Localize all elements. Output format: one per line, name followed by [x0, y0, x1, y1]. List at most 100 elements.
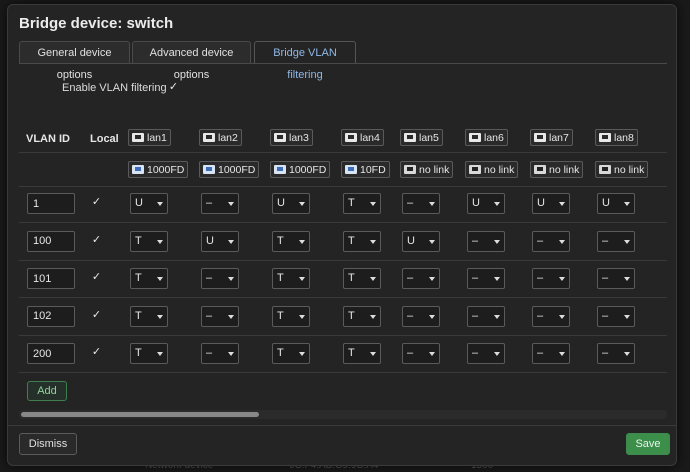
- port-membership-select[interactable]: –: [597, 230, 635, 252]
- dialog-title: Bridge device: switch: [19, 15, 174, 32]
- port-membership-select[interactable]: T: [130, 343, 168, 364]
- port-membership-select[interactable]: T: [343, 268, 381, 289]
- ethernet-port-icon: [274, 133, 286, 142]
- tab-bridge-vlan-filtering[interactable]: Bridge VLAN filtering: [254, 41, 356, 81]
- chevron-down-icon: [299, 239, 305, 244]
- vlan-id-input[interactable]: [27, 230, 75, 252]
- port-membership-select[interactable]: T: [272, 305, 310, 327]
- horizontal-scrollbar[interactable]: [19, 410, 667, 419]
- select-value: U: [537, 197, 545, 209]
- dismiss-button[interactable]: Dismiss: [19, 433, 77, 455]
- chevron-down-icon: [559, 314, 565, 319]
- port-membership-select[interactable]: T: [272, 268, 310, 289]
- ethernet-port-icon: [469, 133, 481, 142]
- port-membership-select[interactable]: –: [467, 305, 505, 327]
- select-value: –: [407, 197, 414, 209]
- port-membership-select[interactable]: –: [201, 305, 239, 327]
- port-membership-select[interactable]: –: [201, 343, 239, 364]
- local-checkbox[interactable]: ✓: [91, 309, 102, 321]
- chevron-down-icon: [228, 239, 234, 244]
- chevron-down-icon: [370, 239, 376, 244]
- port-membership-select[interactable]: T: [130, 305, 168, 327]
- ethernet-port-icon: [132, 133, 144, 142]
- port-membership-select[interactable]: U: [272, 193, 310, 214]
- port-membership-select[interactable]: –: [402, 268, 440, 289]
- chevron-down-icon: [429, 352, 435, 356]
- port-membership-select[interactable]: U: [201, 230, 239, 252]
- port-membership-select[interactable]: U: [402, 230, 440, 252]
- select-value: –: [537, 347, 544, 359]
- port-membership-select[interactable]: T: [343, 193, 381, 214]
- port-membership-select[interactable]: –: [201, 193, 239, 214]
- select-value: U: [602, 197, 610, 209]
- vlan-id-input[interactable]: [27, 343, 75, 364]
- ethernet-port-icon: [534, 133, 546, 142]
- port-status-text: no link: [614, 164, 645, 176]
- chevron-down-icon: [299, 314, 305, 319]
- select-value: U: [135, 197, 143, 209]
- select-value: T: [277, 234, 284, 247]
- port-membership-select[interactable]: T: [130, 230, 168, 252]
- port-membership-select[interactable]: T: [343, 305, 381, 327]
- local-checkbox[interactable]: ✓: [91, 234, 102, 246]
- chevron-down-icon: [299, 202, 305, 206]
- tab-general-device-options[interactable]: General device options: [19, 41, 130, 81]
- port-membership-select[interactable]: T: [130, 268, 168, 289]
- vlan-id-input[interactable]: [27, 268, 75, 289]
- add-vlan-button[interactable]: Add: [27, 381, 67, 401]
- tab-advanced-device-options[interactable]: Advanced device options: [132, 41, 251, 81]
- port-membership-select[interactable]: –: [597, 268, 635, 289]
- save-button[interactable]: Save: [626, 433, 670, 455]
- port-membership-select[interactable]: T: [343, 230, 381, 252]
- chevron-down-icon: [157, 239, 163, 244]
- port-membership-select[interactable]: T: [272, 230, 310, 252]
- vlan-id-input[interactable]: [27, 305, 75, 327]
- local-checkbox[interactable]: ✓: [91, 197, 102, 208]
- select-value: –: [537, 309, 544, 322]
- chevron-down-icon: [624, 239, 630, 244]
- port-membership-select[interactable]: –: [467, 343, 505, 364]
- port-membership-select[interactable]: –: [532, 268, 570, 289]
- chevron-down-icon: [228, 314, 234, 319]
- header-divider: [19, 186, 667, 187]
- select-value: –: [472, 272, 479, 284]
- local-checkbox[interactable]: ✓: [91, 347, 102, 358]
- port-membership-select[interactable]: –: [402, 193, 440, 214]
- chevron-down-icon: [494, 352, 500, 356]
- link-up-icon: [132, 165, 144, 174]
- ethernet-port-icon: [404, 133, 416, 142]
- select-value: T: [348, 347, 355, 359]
- select-value: –: [602, 309, 609, 322]
- port-membership-select[interactable]: T: [272, 343, 310, 364]
- local-checkbox[interactable]: ✓: [91, 272, 102, 283]
- port-membership-select[interactable]: –: [201, 268, 239, 289]
- chevron-down-icon: [299, 277, 305, 281]
- port-membership-select[interactable]: U: [597, 193, 635, 214]
- select-value: –: [407, 272, 414, 284]
- select-value: –: [206, 272, 213, 284]
- port-membership-select[interactable]: U: [532, 193, 570, 214]
- vlan-id-input[interactable]: [27, 193, 75, 214]
- vlan-filtering-checkbox[interactable]: ✓: [168, 82, 179, 93]
- port-membership-select[interactable]: U: [467, 193, 505, 214]
- port-membership-select[interactable]: –: [597, 305, 635, 327]
- port-membership-select[interactable]: –: [597, 343, 635, 364]
- select-value: –: [407, 347, 414, 359]
- port-membership-select[interactable]: –: [467, 230, 505, 252]
- chevron-down-icon: [624, 277, 630, 281]
- scrollbar-thumb[interactable]: [21, 412, 259, 417]
- port-membership-select[interactable]: –: [532, 343, 570, 364]
- port-membership-select[interactable]: –: [467, 268, 505, 289]
- port-membership-select[interactable]: –: [532, 230, 570, 252]
- port-membership-select[interactable]: –: [532, 305, 570, 327]
- chevron-down-icon: [624, 314, 630, 319]
- port-membership-select[interactable]: T: [343, 343, 381, 364]
- port-membership-select[interactable]: –: [402, 343, 440, 364]
- chevron-down-icon: [429, 239, 435, 244]
- port-lan8-status: no link: [595, 161, 649, 178]
- port-membership-select[interactable]: U: [130, 193, 168, 214]
- chevron-down-icon: [157, 352, 163, 356]
- header-divider: [19, 152, 667, 153]
- select-value: –: [602, 272, 609, 284]
- port-membership-select[interactable]: –: [402, 305, 440, 327]
